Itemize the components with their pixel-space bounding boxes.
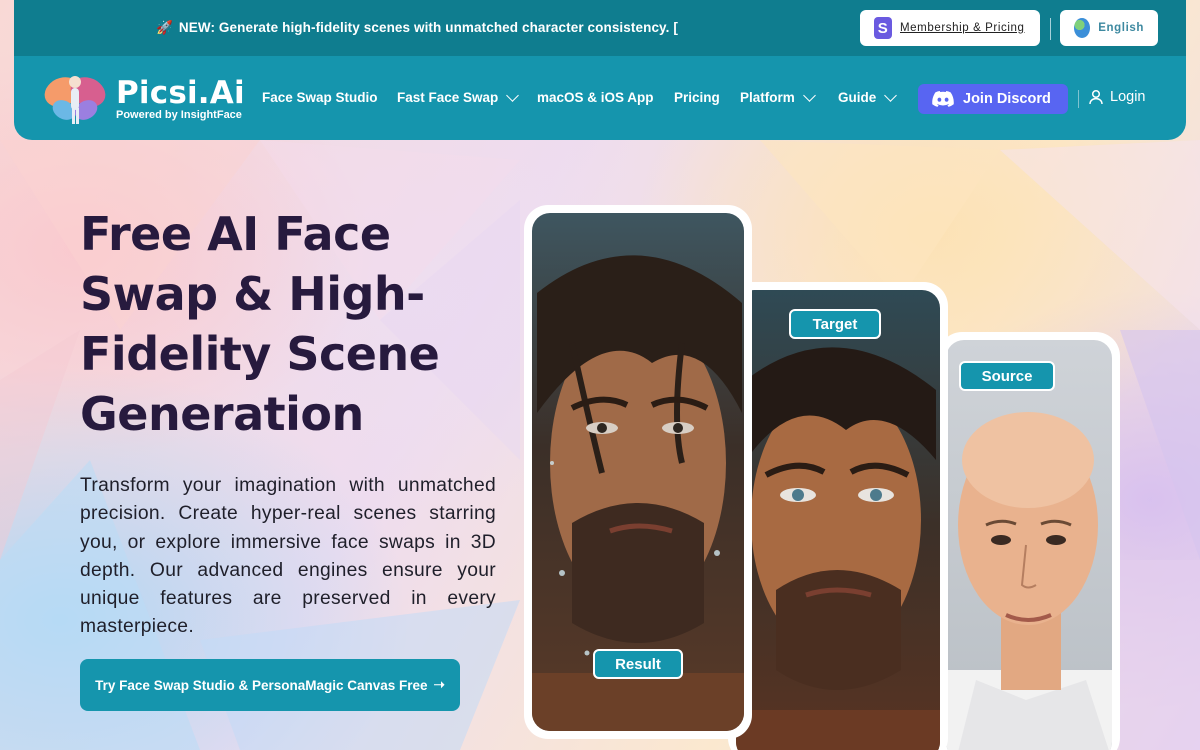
membership-logo-icon: S: [874, 17, 892, 39]
target-label: Target: [812, 315, 858, 333]
nav-pricing[interactable]: Pricing: [674, 90, 720, 105]
main-navigation: Picsi.Ai Powered by InsightFace Face Swa…: [14, 56, 1186, 140]
result-tag: Result: [593, 649, 683, 679]
membership-pricing-button[interactable]: S Membership & Pricing: [860, 10, 1040, 46]
target-tag: Target: [789, 309, 881, 339]
source-photo: [946, 340, 1112, 750]
nav-item-label: Pricing: [674, 90, 720, 105]
source-label: Source: [981, 367, 1033, 385]
language-selector[interactable]: English: [1060, 10, 1158, 46]
nav-face-swap-studio[interactable]: Face Swap Studio: [262, 90, 378, 105]
announcement[interactable]: 🚀 NEW: Generate high-fidelity scenes with…: [156, 20, 678, 36]
globe-icon: [1074, 18, 1091, 38]
nav-guide[interactable]: Guide: [838, 89, 898, 105]
target-face-illustration: [736, 347, 940, 750]
discord-label: Join Discord: [963, 91, 1051, 107]
nav-platform[interactable]: Platform: [740, 89, 816, 105]
chevron-down-icon: [506, 89, 520, 102]
try-face-swap-studio-button[interactable]: Try Face Swap Studio & PersonaMagic Canv…: [80, 659, 460, 711]
login-label: Login: [1110, 89, 1146, 105]
join-discord-button[interactable]: Join Discord: [918, 84, 1068, 114]
hero-description: Transform your imagination with unmatche…: [80, 475, 496, 638]
language-label: English: [1098, 22, 1144, 34]
brand-name: Picsi.Ai: [116, 74, 245, 111]
login-button[interactable]: Login: [1088, 89, 1145, 105]
nav-item-label: macOS & iOS App: [537, 90, 654, 105]
brand-logo[interactable]: Picsi.Ai Powered by InsightFace: [42, 68, 245, 128]
discord-icon: [932, 91, 954, 107]
hero-title: Free AI Face Swap & High-Fidelity Scene …: [80, 207, 440, 441]
nav-macos-ios-app[interactable]: macOS & iOS App: [537, 90, 654, 105]
arrow-right-icon: ➝: [433, 677, 445, 692]
nav-item-label: Platform: [740, 90, 795, 105]
nav-item-label: Guide: [838, 90, 877, 105]
brand-tagline: Powered by InsightFace: [116, 108, 242, 121]
source-tag: Source: [959, 361, 1055, 391]
cta-label: Try Face Swap Studio & PersonaMagic Canv…: [95, 677, 428, 693]
announcement-text: NEW: Generate high-fidelity scenes with …: [178, 20, 678, 35]
target-photo: [736, 290, 940, 750]
nav-item-label: Face Swap Studio: [262, 90, 378, 105]
target-card: [728, 282, 948, 750]
source-card: [938, 332, 1120, 750]
chevron-down-icon: [884, 89, 898, 102]
user-icon: [1089, 89, 1103, 105]
top-divider: [1050, 18, 1051, 40]
source-face-illustration: [946, 412, 1112, 750]
rocket-icon: 🚀: [156, 20, 173, 35]
membership-label: Membership & Pricing: [900, 22, 1025, 34]
result-label: Result: [615, 655, 661, 673]
nav-divider: [1078, 90, 1079, 108]
chevron-down-icon: [802, 89, 816, 102]
nav-item-label: Fast Face Swap: [397, 90, 499, 105]
fairy-logo-icon: [44, 76, 106, 124]
brand-text: Picsi.Ai Powered by InsightFace: [116, 76, 245, 121]
nav-fast-face-swap[interactable]: Fast Face Swap: [397, 89, 520, 105]
